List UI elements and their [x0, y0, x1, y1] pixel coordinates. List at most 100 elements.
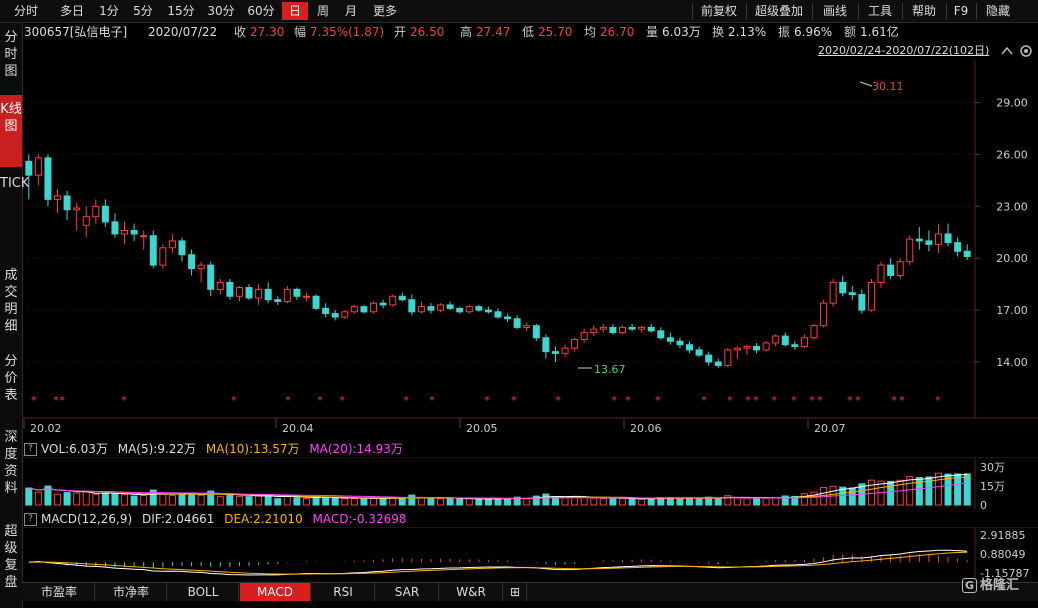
- indicator-tab-2[interactable]: BOLL: [168, 583, 239, 601]
- indicator-tab-0[interactable]: 市盈率: [24, 583, 95, 601]
- sidebar-super-review[interactable]: 超级复盘: [0, 509, 23, 608]
- candle-body: [800, 337, 808, 347]
- sidebar-price-table[interactable]: 分价表: [0, 347, 23, 423]
- candle-body: [408, 299, 416, 313]
- period-tab-0[interactable]: 分时: [2, 2, 50, 20]
- open-value: 26.50: [410, 25, 445, 39]
- volume-bar: [437, 498, 445, 506]
- volume-bar: [274, 498, 282, 506]
- help-icon[interactable]: ?: [24, 513, 37, 526]
- indicator-tab-7[interactable]: ⊞: [504, 583, 527, 601]
- candle-body: [293, 288, 301, 297]
- period-tab-7[interactable]: 日: [282, 2, 308, 20]
- candle-body: [484, 309, 492, 313]
- candle-body: [676, 340, 684, 346]
- toolbar-right-5[interactable]: F9: [948, 2, 974, 20]
- sidebar-kline[interactable]: K线图: [0, 95, 23, 167]
- chevron-up-icon[interactable]: [1000, 44, 1014, 58]
- candle-body: [906, 238, 914, 263]
- signal-star-icon: *: [791, 394, 797, 407]
- volume-bar: [542, 493, 550, 506]
- volume-bar: [379, 498, 387, 506]
- period-tab-1[interactable]: 多日: [52, 2, 92, 20]
- volume-bar: [676, 497, 684, 506]
- period-tab-9[interactable]: 月: [338, 2, 364, 20]
- close-value: 27.30: [250, 25, 285, 39]
- candle-body: [168, 240, 176, 249]
- sidebar-deals[interactable]: 成交明细: [0, 261, 23, 347]
- toolbar-right-1[interactable]: 超级叠加: [748, 2, 810, 20]
- candle-body: [867, 281, 875, 311]
- toolbar-right-6[interactable]: 隐藏: [978, 2, 1018, 20]
- volume-bar: [360, 498, 368, 506]
- sidebar-timeshare[interactable]: 分时图: [0, 23, 23, 95]
- vol-value: VOL:6.03万: [41, 442, 108, 456]
- candle-body: [829, 281, 837, 304]
- macd-chart[interactable]: 2.918850.88049-1.15787: [22, 527, 1038, 581]
- volume-bar: [523, 498, 531, 506]
- volume-bar: [753, 497, 761, 506]
- candle-body: [283, 288, 291, 302]
- sidebar-tick[interactable]: TICK: [0, 167, 29, 263]
- candle-body: [370, 302, 378, 313]
- volume-bar: [800, 493, 808, 506]
- candle-body: [331, 313, 339, 318]
- period-tab-4[interactable]: 15分: [162, 2, 200, 20]
- indicator-tab-5[interactable]: SAR: [376, 583, 439, 601]
- candle-body: [925, 240, 933, 245]
- toolbar-right-4[interactable]: 帮助: [904, 2, 944, 20]
- amount-label: 额: [844, 25, 857, 39]
- signal-star-icon: *: [935, 394, 941, 407]
- volume-bar: [906, 476, 914, 506]
- volume-bar: [197, 494, 205, 506]
- change-value: 7.35%(1.87): [310, 25, 385, 39]
- stock-code-name[interactable]: 300657[弘信电子]: [24, 23, 127, 41]
- volume-bar: [465, 498, 473, 506]
- volume-tick-label: 0: [980, 499, 987, 509]
- date-tick-label: 20.06: [630, 422, 662, 435]
- volume-bar: [245, 496, 253, 506]
- indicator-tab-1[interactable]: 市净率: [96, 583, 167, 601]
- indicator-tab-4[interactable]: RSI: [312, 583, 375, 601]
- price-tick-label: 17.00: [996, 304, 1028, 317]
- signal-star-icon: *: [317, 394, 323, 407]
- candle-body: [915, 238, 923, 242]
- signal-star-icon: *: [611, 394, 617, 407]
- volume-bar: [216, 496, 224, 506]
- candle-body: [762, 342, 770, 351]
- period-tab-3[interactable]: 5分: [126, 2, 160, 20]
- candle-body: [494, 311, 502, 318]
- candle-body: [561, 347, 569, 354]
- toolbar-right-0[interactable]: 前复权: [694, 2, 744, 20]
- volume-bar: [475, 498, 483, 506]
- volume-bar: [350, 498, 358, 506]
- volume-bar: [63, 492, 71, 506]
- signal-star-icon: *: [59, 394, 65, 407]
- period-tab-6[interactable]: 60分: [242, 2, 280, 20]
- candle-body: [121, 230, 129, 235]
- period-tab-5[interactable]: 30分: [202, 2, 240, 20]
- volume-bar: [810, 491, 818, 506]
- volume-chart[interactable]: 30万 15万 0: [22, 457, 1038, 509]
- toolbar-separator: [946, 3, 947, 19]
- kline-chart[interactable]: 29.00 26.00 23.00 20.00 17.00 14.00 20.02 20.04…: [22, 60, 1038, 438]
- volume-bar: [599, 498, 607, 506]
- date-range-link[interactable]: 2020/02/24-2020/07/22(102日): [818, 42, 989, 58]
- period-tab-10[interactable]: 更多: [366, 2, 404, 20]
- settings-gear-icon[interactable]: [1016, 42, 1036, 60]
- volume-bar: [178, 493, 186, 506]
- period-tab-2[interactable]: 1分: [94, 2, 124, 20]
- candle-body: [312, 295, 320, 309]
- period-tab-8[interactable]: 周: [310, 2, 336, 20]
- candle-body: [456, 307, 464, 313]
- price-tick-label: 23.00: [996, 200, 1028, 213]
- toolbar-right-2[interactable]: 画线: [814, 2, 856, 20]
- signal-star-icon: *: [891, 394, 897, 407]
- indicator-tab-6[interactable]: W&R: [440, 583, 503, 601]
- sidebar-depth[interactable]: 深度资料: [0, 423, 23, 509]
- toolbar-right-3[interactable]: 工具: [860, 2, 900, 20]
- help-icon[interactable]: ?: [24, 443, 37, 456]
- candle-body: [389, 295, 397, 306]
- volume-label: 量: [646, 25, 659, 39]
- indicator-tab-3[interactable]: MACD: [240, 583, 311, 601]
